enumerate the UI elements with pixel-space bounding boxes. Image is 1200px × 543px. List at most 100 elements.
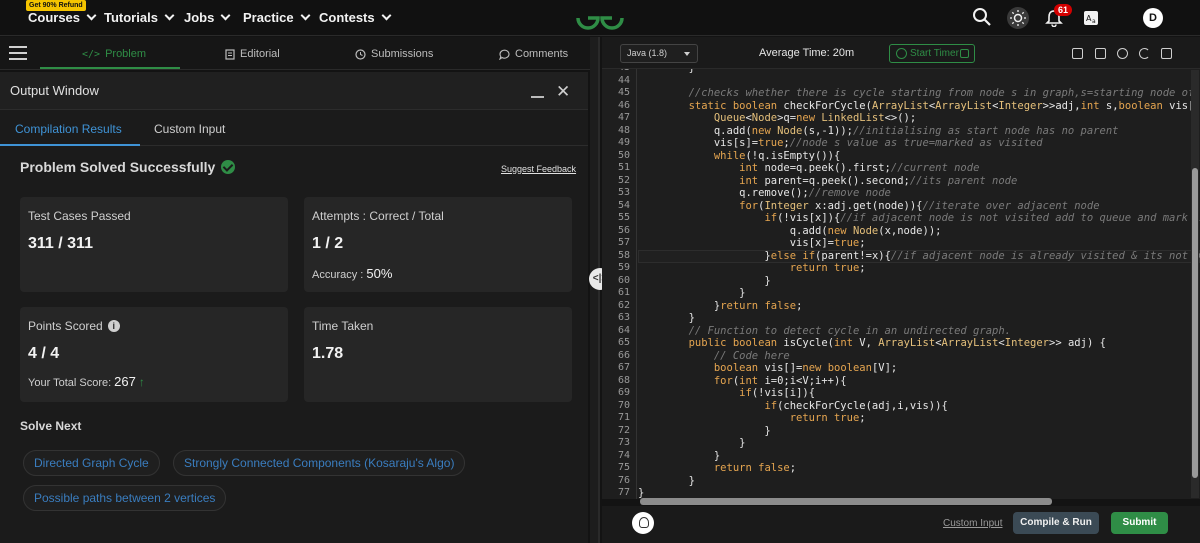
- tab-editorial[interactable]: Editorial: [225, 48, 280, 60]
- code-line[interactable]: 70 if(checkForCycle(adj,i,vis)){: [602, 400, 1200, 413]
- code-line[interactable]: 60 }: [602, 275, 1200, 288]
- nav-contests-label: Contests: [319, 10, 375, 25]
- time-value: 1.78: [312, 345, 344, 362]
- notification-badge: 61: [1054, 4, 1073, 16]
- code-line[interactable]: 69 if(!vis[i]){: [602, 387, 1200, 400]
- code-line[interactable]: 68 for(int i=0;i<V;i++){: [602, 375, 1200, 388]
- code-line[interactable]: 45 //checks whether there is cycle start…: [602, 87, 1200, 100]
- suggest-feedback-link[interactable]: Suggest Feedback: [501, 164, 576, 174]
- fullscreen-icon[interactable]: [1161, 48, 1172, 59]
- code-text: if(!vis[x]){//if adjacent node is not vi…: [764, 212, 1200, 224]
- tab-comments[interactable]: Comments: [499, 48, 568, 60]
- tab-comments-label: Comments: [515, 48, 569, 60]
- code-line[interactable]: 62 }return false;: [602, 300, 1200, 313]
- code-line[interactable]: 50 while(!q.isEmpty()){: [602, 150, 1200, 163]
- code-line[interactable]: 58 }else if(parent!=x){//if adjacent nod…: [602, 250, 1200, 263]
- code-text: }: [638, 424, 771, 437]
- code-line[interactable]: 65 public boolean isCycle(int V, ArrayLi…: [602, 337, 1200, 350]
- code-line[interactable]: 75 return false;: [602, 462, 1200, 475]
- search-icon[interactable]: [972, 7, 992, 27]
- code-line[interactable]: 47 Queue<Node>q=new LinkedList<>();: [602, 112, 1200, 125]
- code-line[interactable]: 49 vis[s]=true;//node s value as true=ma…: [602, 137, 1200, 150]
- gfg-logo-icon[interactable]: [574, 3, 626, 33]
- nav-jobs[interactable]: Jobs: [184, 10, 231, 25]
- code-text: //checks whether there is cycle starting…: [688, 87, 1200, 99]
- lightbulb-icon[interactable]: [632, 512, 654, 534]
- code-text: Queue<Node>q=new LinkedList<>();: [713, 112, 917, 124]
- code-line[interactable]: 48 q.add(new Node(s,-1));//initialising …: [602, 125, 1200, 138]
- play-icon: [960, 49, 969, 58]
- line-number: 74: [617, 449, 630, 461]
- compile-run-button[interactable]: Compile & Run: [1013, 512, 1099, 534]
- code-line[interactable]: 64 // Function to detect cycle in an und…: [602, 325, 1200, 338]
- tab-compilation-results[interactable]: Compilation Results: [15, 122, 122, 136]
- nav-practice[interactable]: Practice: [243, 10, 311, 25]
- code-line[interactable]: 66 // Code here: [602, 350, 1200, 363]
- code-line[interactable]: 56 q.add(new Node(x,node));: [602, 225, 1200, 238]
- output-window-header: Output Window ✕: [0, 72, 588, 110]
- code-line[interactable]: 51 int node=q.peek().first;//current nod…: [602, 162, 1200, 175]
- copy-icon[interactable]: [1072, 48, 1083, 59]
- upload-icon[interactable]: [1095, 48, 1106, 59]
- language-select[interactable]: Java (1.8): [620, 44, 698, 63]
- translate-icon[interactable]: A a: [1083, 10, 1099, 26]
- code-text: static boolean checkForCycle(ArrayList<A…: [688, 99, 1200, 112]
- line-number: 51: [617, 162, 630, 173]
- code-line[interactable]: 74 }: [602, 450, 1200, 463]
- tab-problem[interactable]: </> Problem: [82, 48, 146, 60]
- theme-toggle-icon[interactable]: [1006, 6, 1030, 30]
- menu-icon[interactable]: [9, 46, 27, 60]
- code-line[interactable]: 63 }: [602, 312, 1200, 325]
- next-problem-chip[interactable]: Directed Graph Cycle: [23, 450, 160, 476]
- info-icon[interactable]: i: [107, 320, 120, 332]
- chevron-down-icon: [220, 10, 231, 21]
- code-text: }else if(parent!=x){//if adjacent node i…: [638, 249, 1200, 262]
- tab-problem-label: Problem: [105, 48, 147, 60]
- tab-submissions[interactable]: Submissions: [355, 48, 433, 60]
- settings-icon[interactable]: [1117, 48, 1128, 59]
- code-line[interactable]: 57 vis[x]=true;: [602, 237, 1200, 250]
- code-line[interactable]: 61 }: [602, 287, 1200, 300]
- line-number: 59: [617, 262, 630, 273]
- points-label: Points Scored i: [28, 319, 120, 333]
- code-line[interactable]: 46 static boolean checkForCycle(ArrayLis…: [602, 100, 1200, 113]
- editor-scroll-thumb[interactable]: [1192, 168, 1198, 478]
- code-line[interactable]: 73 }: [602, 437, 1200, 450]
- code-line[interactable]: 59 return true;: [602, 262, 1200, 275]
- code-line[interactable]: 71 return true;: [602, 412, 1200, 425]
- code-line[interactable]: 54 for(Integer x:adj.get(node)){//iterat…: [602, 200, 1200, 213]
- code-icon: </>: [82, 48, 101, 60]
- chevron-down-icon: [684, 52, 690, 56]
- code-line[interactable]: 53 q.remove();//remove node: [602, 187, 1200, 200]
- tab-submissions-label: Submissions: [371, 48, 434, 60]
- nav-contests[interactable]: Contests: [319, 10, 392, 25]
- submit-button[interactable]: Submit: [1111, 512, 1168, 534]
- status-text: Problem Solved Successfully: [20, 159, 216, 175]
- next-problem-chip[interactable]: Strongly Connected Components (Kosaraju'…: [173, 450, 466, 476]
- code-line[interactable]: 72 }: [602, 425, 1200, 438]
- code-line[interactable]: 55 if(!vis[x]){//if adjacent node is not…: [602, 212, 1200, 225]
- editor-horizontal-scrollbar[interactable]: [640, 498, 1052, 505]
- minimize-icon[interactable]: [531, 96, 544, 98]
- line-number: 70: [617, 399, 630, 411]
- code-text: vis[x]=true;: [638, 237, 866, 249]
- nav-tutorials-label: Tutorials: [104, 10, 158, 25]
- code-line[interactable]: 52 int parent=q.peek().second;//its pare…: [602, 175, 1200, 188]
- start-timer-button[interactable]: Start Timer: [889, 44, 975, 63]
- nav-tutorials[interactable]: Tutorials: [104, 10, 175, 25]
- code-line[interactable]: 67 boolean vis[]=new boolean[V];: [602, 362, 1200, 375]
- nav-courses[interactable]: Courses: [28, 10, 97, 25]
- code-text: return true;: [789, 412, 866, 424]
- custom-input-link[interactable]: Custom Input: [943, 518, 1002, 529]
- chevron-down-icon: [300, 10, 311, 21]
- code-lines[interactable]: 43 }4445 //checks whether there is cycle…: [602, 69, 1200, 499]
- code-line[interactable]: 44: [602, 75, 1200, 88]
- line-number: 75: [617, 462, 630, 473]
- close-icon[interactable]: ✕: [556, 83, 570, 100]
- tab-custom-input[interactable]: Custom Input: [154, 122, 225, 136]
- reset-icon[interactable]: [1139, 48, 1150, 59]
- next-problem-chip[interactable]: Possible paths between 2 vertices: [23, 485, 227, 511]
- code-editor[interactable]: 43 }4445 //checks whether there is cycle…: [602, 69, 1200, 499]
- avatar[interactable]: D: [1143, 8, 1163, 28]
- code-line[interactable]: 76 }: [602, 475, 1200, 488]
